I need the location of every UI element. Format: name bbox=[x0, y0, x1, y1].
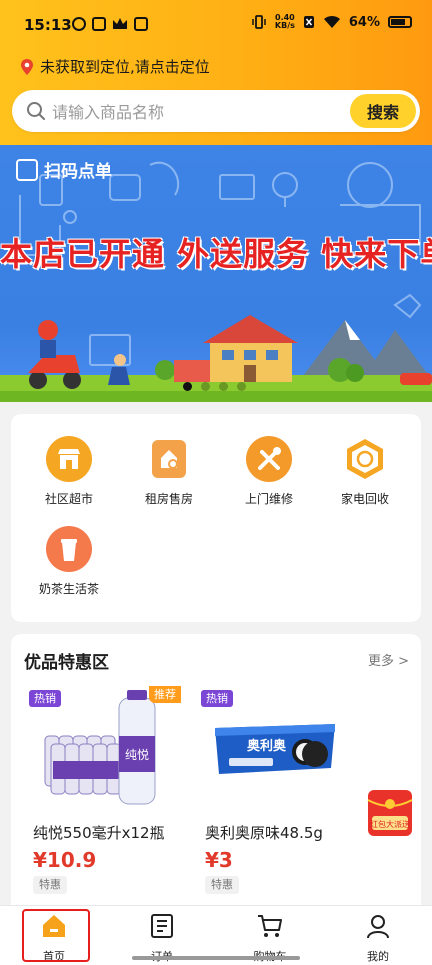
sim-off-icon bbox=[303, 16, 314, 28]
cart-icon bbox=[258, 915, 282, 937]
vibrate-icon bbox=[252, 15, 266, 29]
location-text[interactable]: 未获取到定位,请点击定位 bbox=[40, 56, 210, 77]
search-button[interactable]: 搜索 bbox=[350, 94, 416, 128]
user-icon bbox=[367, 915, 389, 939]
milk-tea-icon bbox=[46, 526, 92, 572]
sync-icon bbox=[72, 17, 86, 31]
product-name: 纯悦550毫升x12瓶 bbox=[33, 824, 165, 842]
status-bar: 15:13 0.40 KB/s 64% bbox=[0, 0, 432, 50]
carousel-dot-3[interactable] bbox=[219, 382, 228, 391]
promo-section: 优品特惠区 更多 > 纯悦 热销 推荐 纯悦550毫升x12瓶 ¥10.9 特惠… bbox=[11, 634, 421, 934]
repair-tools-icon bbox=[246, 436, 292, 482]
nav-profile[interactable]: 我的 bbox=[324, 912, 432, 964]
recommend-tag: 推荐 bbox=[149, 686, 181, 703]
carousel-indicator bbox=[183, 382, 246, 391]
search-input[interactable] bbox=[50, 96, 354, 128]
status-time: 15:13 bbox=[24, 16, 72, 34]
location-pin-icon bbox=[21, 58, 33, 75]
discount-badge: 特惠 bbox=[205, 876, 239, 894]
product-price: ¥3 bbox=[205, 848, 233, 872]
promo-more-link[interactable]: 更多 > bbox=[368, 650, 409, 669]
hot-tag: 热销 bbox=[201, 690, 233, 707]
location-bar[interactable]: 未获取到定位,请点击定位 bbox=[20, 56, 210, 77]
promo-title: 优品特惠区 bbox=[24, 653, 109, 673]
network-speed: 0.40 KB/s bbox=[274, 13, 295, 30]
red-packet-icon[interactable]: 红包大派送 bbox=[362, 782, 418, 844]
battery-icon bbox=[388, 16, 412, 28]
recycle-icon bbox=[342, 436, 388, 482]
carousel-dot-1[interactable] bbox=[183, 382, 192, 391]
svg-text:奥利奥: 奥利奥 bbox=[247, 738, 287, 754]
category-milk-tea[interactable]: 奶茶生活茶 bbox=[21, 526, 117, 597]
home-highlight-box bbox=[22, 909, 90, 962]
scan-order-logo: 扫码点单 bbox=[16, 157, 112, 182]
discount-badge: 特惠 bbox=[33, 876, 67, 894]
category-grid: 社区超市 租房售房 上门维修 家电回收 奶茶生活茶 bbox=[11, 414, 421, 622]
category-community-supermarket[interactable]: 社区超市 bbox=[21, 436, 117, 507]
banner-headline: 本店已开通 外送服务 快来下单吧 bbox=[0, 235, 432, 273]
carousel-dot-2[interactable] bbox=[201, 382, 210, 391]
product-card[interactable]: 纯悦 热销 推荐 纯悦550毫升x12瓶 ¥10.9 特惠 bbox=[23, 686, 181, 898]
hot-tag: 热销 bbox=[29, 690, 61, 707]
house-search-icon bbox=[146, 436, 192, 482]
category-rent-sell-house[interactable]: 租房售房 bbox=[121, 436, 217, 507]
app-notification-icon bbox=[134, 17, 148, 31]
red-packet-text: 红包大派送 bbox=[370, 819, 410, 829]
store-icon bbox=[46, 436, 92, 482]
product-price: ¥10.9 bbox=[33, 848, 97, 872]
svg-text:纯悦: 纯悦 bbox=[125, 748, 149, 762]
crown-icon bbox=[113, 18, 127, 29]
category-appliance-recycle[interactable]: 家电回收 bbox=[317, 436, 413, 507]
product-card[interactable]: 奥利奥 热销 奥利奥原味48.5g ¥3 特惠 bbox=[195, 686, 353, 898]
product-name: 奥利奥原味48.5g bbox=[205, 824, 323, 842]
search-icon bbox=[27, 102, 45, 120]
wifi-icon bbox=[323, 15, 340, 28]
carousel-dot-4[interactable] bbox=[237, 382, 246, 391]
search-bar: 搜索 bbox=[12, 90, 420, 132]
promo-banner[interactable]: 扫码点单 本店已开通 外送服务 快来下单吧 bbox=[0, 145, 432, 402]
battery-percent: 64% bbox=[348, 14, 380, 30]
order-list-icon bbox=[151, 914, 173, 938]
gesture-bar bbox=[132, 956, 300, 960]
play-store-icon bbox=[92, 17, 106, 31]
category-home-repair[interactable]: 上门维修 bbox=[221, 436, 317, 507]
qr-code-icon bbox=[16, 158, 38, 181]
